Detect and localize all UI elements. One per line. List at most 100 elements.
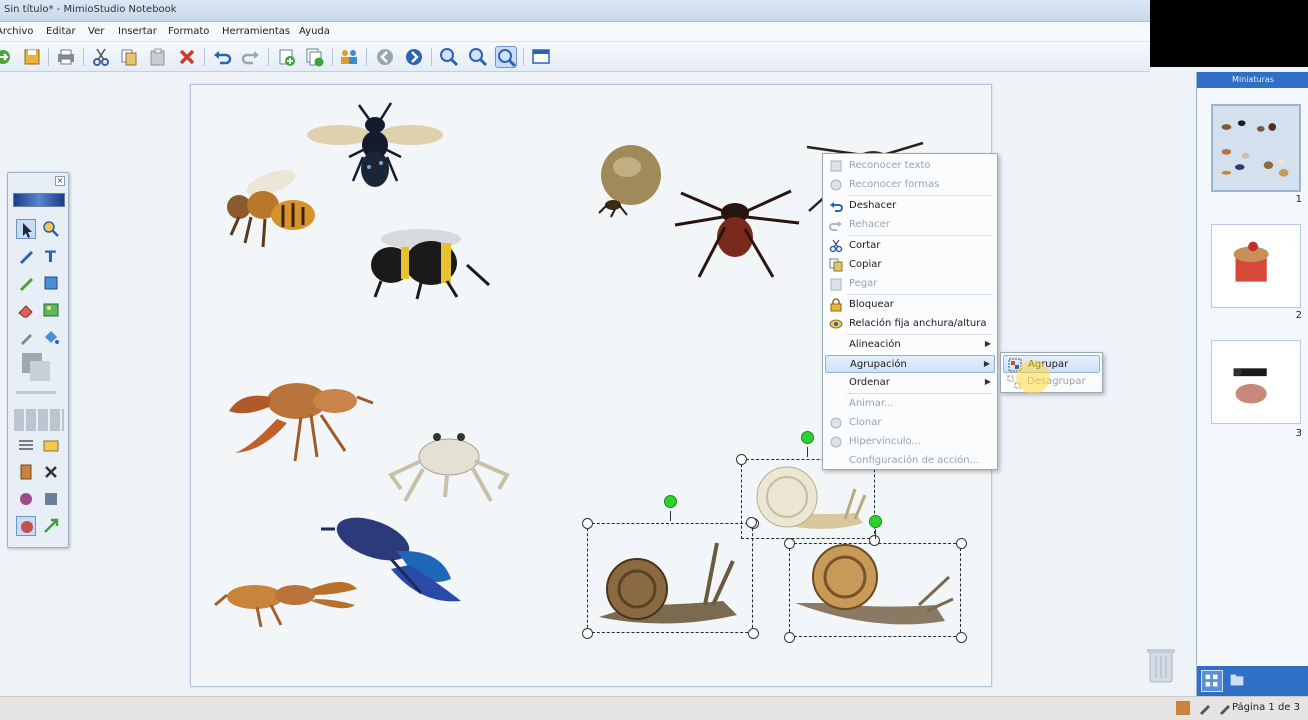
hyperlink-icon xyxy=(829,435,843,449)
shape-tool-icon[interactable] xyxy=(41,273,61,293)
zoom-fit-icon[interactable] xyxy=(495,46,517,68)
rotate-stem xyxy=(875,529,876,539)
folder-view-icon[interactable] xyxy=(1227,670,1249,692)
rotate-handle[interactable] xyxy=(801,431,814,444)
gallery-icon[interactable] xyxy=(41,435,61,455)
menu-item-reconocer-texto[interactable]: Reconocer texto xyxy=(825,157,995,175)
zoom-tool-icon[interactable] xyxy=(41,219,61,239)
select-tool-icon[interactable] xyxy=(16,219,36,239)
zoom-out-icon[interactable] xyxy=(467,46,489,68)
new-page-icon[interactable] xyxy=(276,46,298,68)
menu-item-ordenar[interactable]: Ordenar ▶ xyxy=(825,374,995,392)
highlighter-tool-icon[interactable] xyxy=(16,273,36,293)
rotate-handle[interactable] xyxy=(869,515,882,528)
thumbnails-view-icon[interactable] xyxy=(1201,670,1223,692)
next-page-icon[interactable] xyxy=(403,46,425,68)
tick-image[interactable] xyxy=(671,177,801,283)
resize-handle[interactable] xyxy=(748,628,759,639)
trash-icon[interactable] xyxy=(1144,644,1178,684)
resize-handle[interactable] xyxy=(956,538,967,549)
spotlight-tool-icon[interactable] xyxy=(16,489,36,509)
menu-item-bloquear[interactable]: Bloquear xyxy=(825,296,995,314)
menu-item-deshacer[interactable]: Deshacer xyxy=(825,197,995,215)
page-thumbnail-2[interactable] xyxy=(1211,224,1301,308)
toolbar xyxy=(0,42,1150,72)
menu-item-rehacer[interactable]: Rehacer xyxy=(825,216,995,234)
ghost-crab-image[interactable] xyxy=(387,431,511,503)
pen-tool-icon[interactable] xyxy=(16,246,36,266)
fill-tool-icon[interactable] xyxy=(41,327,61,347)
menu-formato[interactable]: Formato xyxy=(168,26,209,37)
selection-frame-snail-left xyxy=(587,523,753,633)
resize-handle[interactable] xyxy=(956,632,967,643)
stylus-status-icon[interactable] xyxy=(1218,701,1232,715)
clock-tool-icon[interactable] xyxy=(16,516,36,536)
menu-item-animar[interactable]: Animar... xyxy=(825,395,995,413)
reveal-tool-icon[interactable] xyxy=(41,489,61,509)
small-crayfish-image[interactable] xyxy=(214,565,359,628)
eraser-tool-icon[interactable] xyxy=(16,300,36,320)
menu-editar[interactable]: Editar xyxy=(46,26,76,37)
recorder-tool-icon[interactable] xyxy=(16,462,36,482)
resize-handle[interactable] xyxy=(582,518,593,529)
menu-item-hipervinculo[interactable]: Hipervínculo... xyxy=(825,433,995,451)
resize-handle[interactable] xyxy=(784,632,795,643)
bumblebee-image[interactable] xyxy=(361,225,499,301)
resize-handle[interactable] xyxy=(736,454,747,465)
menu-item-alineacion[interactable]: Alineación ▶ xyxy=(825,336,995,354)
undo-icon[interactable] xyxy=(211,46,233,68)
menu-item-relacion-fija[interactable]: Relación fija anchura/altura xyxy=(825,315,995,333)
line-width-slider[interactable] xyxy=(16,391,56,394)
save-icon[interactable] xyxy=(21,46,43,68)
tick-engorged-image[interactable] xyxy=(597,143,663,219)
toolbar-separator xyxy=(431,48,432,66)
menu-item-cortar[interactable]: Cortar xyxy=(825,237,995,255)
screen-view-icon[interactable] xyxy=(530,46,552,68)
wasp-image[interactable] xyxy=(303,97,447,193)
image-tool-icon[interactable] xyxy=(41,300,61,320)
page-thumbnail-3[interactable] xyxy=(1211,340,1301,424)
menu-insertar[interactable]: Insertar xyxy=(118,26,157,37)
resize-handle[interactable] xyxy=(784,538,795,549)
palette-close-icon[interactable]: × xyxy=(55,176,65,186)
open-icon[interactable] xyxy=(0,46,14,68)
menu-item-reconocer-formas[interactable]: Reconocer formas xyxy=(825,176,995,194)
line-style-icon[interactable] xyxy=(16,435,36,455)
print-icon[interactable] xyxy=(55,46,77,68)
pen-status-icon[interactable] xyxy=(1198,701,1212,715)
copy-icon xyxy=(829,258,843,272)
collaboration-icon[interactable] xyxy=(338,46,360,68)
text-tool-icon[interactable]: T xyxy=(41,246,61,266)
crayfish-image[interactable] xyxy=(221,371,374,463)
menu-item-pegar[interactable]: Pegar xyxy=(825,275,995,293)
resize-handle[interactable] xyxy=(582,628,593,639)
recorder-status-icon[interactable] xyxy=(1176,701,1190,715)
arrow-tool-icon[interactable] xyxy=(41,516,61,536)
page-thumbnail-1[interactable] xyxy=(1211,104,1301,192)
cut-icon[interactable] xyxy=(90,46,112,68)
zoom-in-icon[interactable] xyxy=(438,46,460,68)
menu-herramientas[interactable]: Herramientas xyxy=(222,26,290,37)
redo-icon[interactable] xyxy=(240,46,262,68)
honeybee-image[interactable] xyxy=(211,163,315,253)
menu-ver[interactable]: Ver xyxy=(88,26,104,37)
menu-ayuda[interactable]: Ayuda xyxy=(299,26,330,37)
dropper-tool-icon[interactable] xyxy=(16,327,36,347)
copy-icon[interactable] xyxy=(118,46,140,68)
resize-handle[interactable] xyxy=(746,517,757,528)
duplicate-page-icon[interactable] xyxy=(304,46,326,68)
menu-item-agrupacion[interactable]: Agrupación ▶ xyxy=(825,355,995,373)
paste-icon[interactable] xyxy=(147,46,169,68)
delete-icon[interactable] xyxy=(176,46,198,68)
menu-archivo[interactable]: Archivo xyxy=(0,26,33,37)
cross-tool-icon[interactable] xyxy=(41,462,61,482)
previous-page-icon[interactable] xyxy=(374,46,396,68)
menu-item-copiar[interactable]: Copiar xyxy=(825,256,995,274)
palette-color-bar xyxy=(13,193,65,207)
transparency-selector[interactable] xyxy=(14,409,64,431)
rotate-handle[interactable] xyxy=(664,495,677,508)
fill-color-swatch[interactable] xyxy=(30,361,50,381)
menu-item-clonar[interactable]: Clonar xyxy=(825,414,995,432)
menu-item-configuracion-accion[interactable]: Configuración de acción... xyxy=(825,452,995,470)
submenu-arrow-icon: ▶ xyxy=(984,339,991,348)
